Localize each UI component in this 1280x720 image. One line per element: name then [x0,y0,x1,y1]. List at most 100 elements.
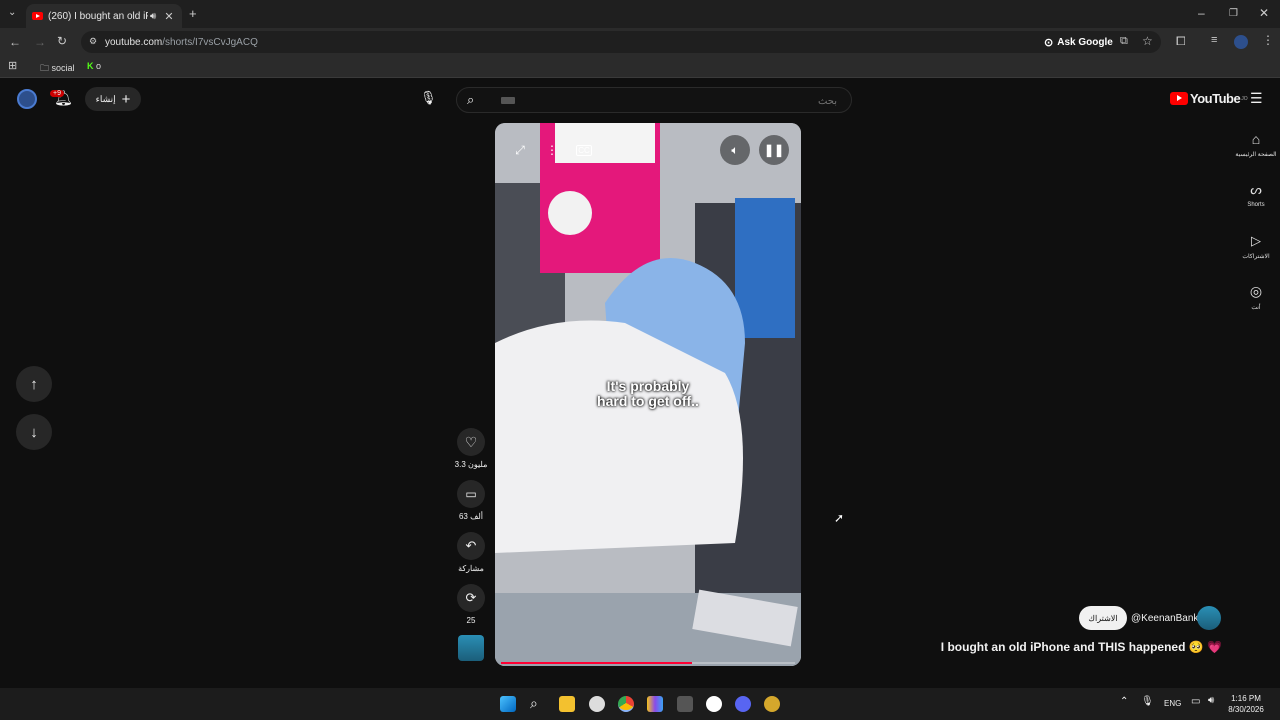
media-controls-icon[interactable]: ≡ [1211,34,1217,46]
like-button[interactable]: ♡ 3.3 مليون [454,428,488,469]
site-info-icon[interactable]: ⚙ [89,36,97,47]
chatgpt-icon[interactable] [706,696,722,712]
browser-menu-icon[interactable]: ⋮ [1262,33,1274,47]
captions-button[interactable]: CC [569,135,599,165]
plus-icon: + [121,90,131,108]
pause-button[interactable]: ❚❚ [759,135,789,165]
url-path: /shorts/I7vsCvJgACQ [162,36,258,48]
audio-playing-icon[interactable]: 🔊︎ [150,11,156,22]
volume-tray-icon[interactable]: 🔊︎ [1208,695,1214,706]
mute-button[interactable]: 🔈︎ [720,135,750,165]
arrow-up-icon: ↑ [30,375,38,393]
short-video-player[interactable]: It's probably hard to get off.. ⤢ ⋮ CC 🔈… [495,123,801,666]
ask-google-button[interactable]: ⊙ Ask Google [1044,33,1113,51]
search-input[interactable] [497,92,837,110]
youtube-favicon-icon [32,12,43,20]
bookmark-label: o [96,61,102,71]
back-icon[interactable]: ← [9,35,21,49]
subscribe-button[interactable]: الاشتراك [1079,606,1127,630]
guide-item-home[interactable]: ⌂ الصفحة الرئيسية [1234,131,1278,158]
like-count: 3.3 مليون [454,460,488,469]
window-close-icon[interactable]: ✕ [1259,6,1269,20]
profile-avatar[interactable] [1234,35,1248,49]
more-vert-icon: ⋮ [546,143,558,157]
arrow-down-icon: ↓ [30,423,38,441]
youtube-logo[interactable]: YouTube JO [1170,91,1248,106]
discord-icon[interactable] [735,696,751,712]
new-tab-button[interactable]: + [189,6,197,21]
more-options-button[interactable]: ⋮ [537,135,567,165]
guide-menu-icon[interactable]: ☰ [1250,90,1263,107]
kick-icon: K [87,61,94,71]
comments-button[interactable]: ▭ 63 ألف [456,480,486,521]
app-icon[interactable] [677,696,693,712]
share-button[interactable]: ↶ مشاركة [456,532,486,573]
masthead: 🔔︎ +9 إنشاء + 🎙︎ ⌕ YouTube JO ☰ [0,80,1280,120]
bookmark-star-icon[interactable]: ☆ [1142,34,1153,48]
bookmark-o[interactable]: K o [87,61,101,71]
progress-track[interactable] [501,662,795,664]
bookmark-label: social [51,63,75,73]
caption-line: hard to get off.. [597,393,699,409]
guide-label: الاشتراكات [1242,254,1270,260]
reload-icon[interactable]: ↻ [57,34,67,48]
tab-strip: ⌄ (260) I bought an old iPhon 🔊︎ ✕ + – ❐… [0,0,1280,28]
bookmarks-bar: ⊞ 🗀︎ social K o [0,56,1280,78]
close-tab-icon[interactable]: ✕ [164,10,173,23]
remix-button[interactable]: ⟳ 25 [456,584,486,625]
app-icon[interactable] [647,696,663,712]
previous-short-button[interactable]: ↑ [16,366,52,402]
browser-tab[interactable]: (260) I bought an old iPhon 🔊︎ ✕ [26,4,182,28]
search-box: ⌕ [456,87,852,113]
app-icon[interactable] [589,696,605,712]
clock[interactable]: 1:16 PM 8/30/2026 [1226,693,1266,715]
app-icon[interactable] [764,696,780,712]
next-short-button[interactable]: ↓ [16,414,52,450]
url-host: youtube.com [105,36,163,48]
extensions-icon[interactable]: ⧠ [1176,34,1186,49]
notification-badge: +9 [50,90,64,97]
address-bar[interactable]: ⚙ youtube.com/shorts/I7vsCvJgACQ [81,31,1161,53]
network-icon[interactable]: ▭ [1191,696,1200,707]
captions-icon: CC [576,144,592,156]
apps-grid-icon[interactable]: ⊞ [8,59,17,72]
tab-search-chevron-icon[interactable]: ⌄ [8,7,16,18]
windows-taskbar: ⌕ ⌃ 🎙︎ ENG ▭ 🔊︎ 1:16 PM 8/30/2026 [0,688,1280,720]
subscriptions-icon: ▷ [1251,233,1261,248]
share-circle: ↶ [457,532,485,560]
install-app-icon[interactable]: ⧉ [1120,35,1128,48]
guide-label: الصفحة الرئيسية [1235,152,1277,158]
taskbar-search-icon[interactable]: ⌕ [530,695,538,712]
guide-item-shorts[interactable]: ᔕ Shorts [1234,182,1278,208]
navigation-bar: ← → ↻ ⚙ youtube.com/shorts/I7vsCvJgACQ ⊙… [0,28,1280,56]
minimize-icon[interactable]: – [1198,6,1205,20]
channel-handle[interactable]: @KeenanBank [1131,613,1198,624]
comment-icon: ▭ [465,487,477,501]
bookmark-folder-social[interactable]: 🗀︎ social [40,61,75,77]
channel-avatar[interactable] [1197,606,1221,630]
sound-thumbnail-avatar[interactable] [458,635,484,661]
mic-tray-icon[interactable]: 🎙︎ [1141,696,1154,707]
guide-item-subscriptions[interactable]: ▷ الاشتراكات [1234,233,1278,260]
start-windows-icon[interactable] [500,696,516,712]
account-avatar[interactable] [17,89,37,109]
language-indicator[interactable]: ENG [1164,699,1181,708]
create-button[interactable]: إنشاء + [85,87,141,111]
chrome-icon[interactable] [618,696,634,712]
file-explorer-icon[interactable] [559,696,575,712]
restore-icon[interactable]: ❐ [1229,8,1238,19]
search-icon[interactable]: ⌕ [467,92,474,108]
system-tray-chevron-icon[interactable]: ⌃ [1120,696,1128,707]
clock-date: 8/30/2026 [1228,705,1264,714]
share-icon: ↶ [465,538,477,553]
guide-item-you[interactable]: ◎ أنت [1234,283,1278,311]
forward-icon[interactable]: → [34,35,46,49]
short-title[interactable]: I bought an old iPhone and THIS happened… [926,640,1222,654]
fullscreen-button[interactable]: ⤢ [505,135,535,165]
guide-label: أنت [1251,305,1261,311]
voice-search-mic-icon[interactable]: 🎙︎ [420,90,437,106]
progress-fill [501,662,693,664]
share-label: مشاركة [458,564,484,573]
remix-icon: ⟳ [465,590,477,605]
clock-time: 1:16 PM [1231,694,1261,703]
